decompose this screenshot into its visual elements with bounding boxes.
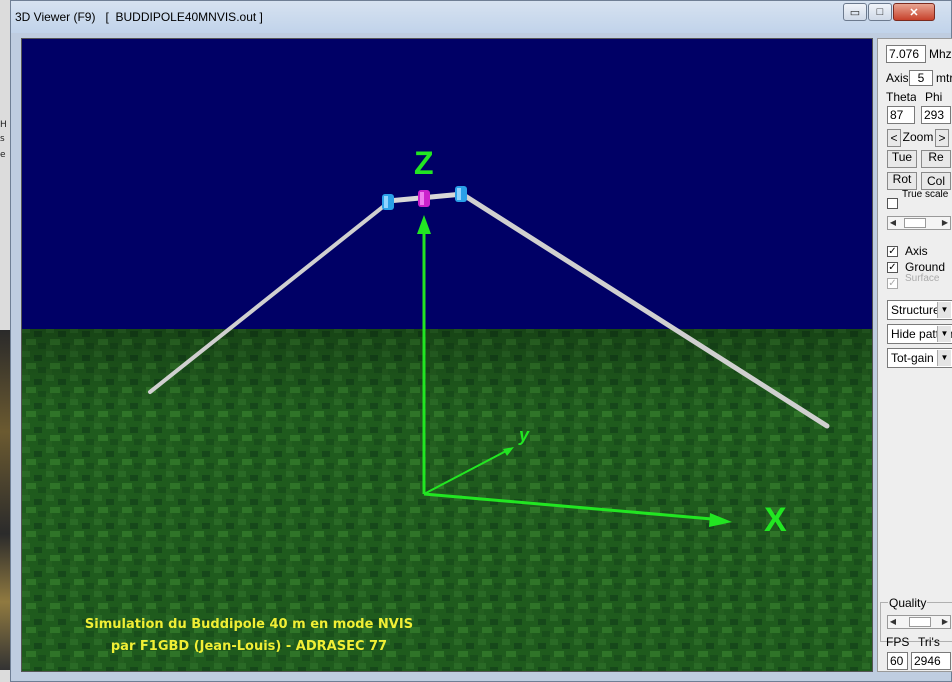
fps-label: FPS [886, 635, 910, 649]
chevron-down-icon: ▼ [937, 302, 951, 318]
bg-text-fragment: s [0, 134, 5, 144]
control-panel: 7.076 Mhz Axis 5 mtr Theta Phi 87 293 < … [877, 38, 952, 672]
minimize-icon: ▭ [849, 6, 861, 19]
color-button[interactable]: Col [921, 172, 951, 190]
true-scale-checkbox[interactable] [887, 198, 898, 209]
bg-text-fragment: H [0, 120, 7, 130]
slider-right-icon: ▶ [941, 218, 949, 227]
slider-left-icon: ◀ [889, 617, 897, 626]
axis-length-input[interactable]: 5 [909, 70, 933, 86]
zoom-in-button[interactable]: > [935, 129, 949, 147]
close-button[interactable]: ✕ [893, 3, 935, 21]
window-controls: ▭ □ ✕ [842, 3, 935, 23]
viewer-window: 3D Viewer (F9) [ BUDDIPOLE40MNVIS.out ] … [10, 0, 952, 682]
coil-right-icon [455, 186, 467, 202]
feedpoint-icon [418, 190, 430, 207]
slider-right-icon: ▶ [941, 617, 949, 626]
minimize-button[interactable]: ▭ [843, 3, 867, 21]
window-title: 3D Viewer (F9) [ BUDDIPOLE40MNVIS.out ] [15, 10, 263, 24]
true-scale-label: True scale [902, 190, 949, 200]
x-axis-label: X [764, 501, 787, 539]
reset-button[interactable]: Re [921, 150, 951, 168]
slider-thumb[interactable] [904, 218, 926, 228]
bg-text-fragment: e [0, 150, 6, 160]
pattern-select[interactable]: Hide pattern ▼ [887, 324, 952, 344]
chevron-down-icon: ▼ [937, 326, 951, 342]
close-icon: ✕ [909, 6, 919, 19]
z-axis-label: Z [414, 145, 434, 181]
quality-slider[interactable]: ◀ ▶ [887, 615, 951, 629]
tris-value: 2946 [911, 652, 951, 670]
axis-length-unit: mtr [936, 71, 952, 85]
structure-select[interactable]: Structure ▼ [887, 300, 952, 320]
ground-checkbox[interactable]: ✓ [887, 262, 898, 273]
phi-label: Phi [925, 90, 943, 104]
chevron-left-icon: < [890, 131, 898, 145]
axis-checkbox[interactable]: ✓ [887, 246, 898, 257]
slider-left-icon: ◀ [889, 218, 897, 227]
structure-select-value: Structure [891, 303, 940, 317]
view-top-left-button[interactable]: Tue [887, 150, 917, 168]
theta-input[interactable]: 87 [887, 106, 915, 124]
quality-slider-thumb[interactable] [909, 617, 931, 627]
surface-checkbox-label: Surface [905, 273, 940, 284]
coil-left-icon [382, 194, 394, 210]
caption-line-2: par F1GBD (Jean-Louis) - ADRASEC 77 [110, 639, 388, 654]
ground-checkbox-label: Ground [905, 260, 946, 274]
ground-shade [22, 329, 872, 409]
maximize-icon: □ [876, 6, 884, 18]
title-bar[interactable]: 3D Viewer (F9) [ BUDDIPOLE40MNVIS.out ] … [11, 1, 951, 33]
fps-value: 60 [887, 652, 908, 670]
axis-length-label: Axis [886, 71, 908, 85]
caption-line-1: Simulation du Buddipole 40 m en mode NVI… [84, 617, 414, 632]
scale-slider[interactable]: ◀ ▶ [887, 216, 951, 230]
3d-viewport[interactable]: Z X y Simulation du Buddipole 40 m en mo… [21, 38, 873, 672]
chevron-right-icon: > [938, 131, 946, 145]
rotate-button[interactable]: Rot [887, 172, 917, 190]
gain-select-value: Tot-gain [891, 351, 934, 365]
sky [22, 39, 872, 331]
file-title: [ BUDDIPOLE40MNVIS.out ] [105, 10, 263, 24]
axis-checkbox-label: Axis [905, 244, 928, 258]
frequency-input[interactable]: 7.076 [886, 45, 926, 63]
frequency-unit: Mhz [929, 47, 952, 61]
theta-label: Theta [886, 90, 916, 104]
surface-checkbox[interactable]: ✓ [887, 278, 898, 289]
y-axis-label: y [518, 425, 530, 445]
zoom-out-button[interactable]: < [887, 129, 901, 147]
zoom-label: Zoom [902, 130, 934, 144]
app-title: 3D Viewer (F9) [15, 10, 96, 24]
scene-canvas[interactable]: Z X y [22, 39, 873, 672]
maximize-button[interactable]: □ [868, 3, 892, 21]
chevron-down-icon: ▼ [937, 350, 951, 366]
quality-label: Quality [888, 596, 928, 610]
phi-input[interactable]: 293 [921, 106, 951, 124]
gain-select[interactable]: Tot-gain ▼ [887, 348, 952, 368]
tris-label: Tri's [918, 635, 940, 649]
